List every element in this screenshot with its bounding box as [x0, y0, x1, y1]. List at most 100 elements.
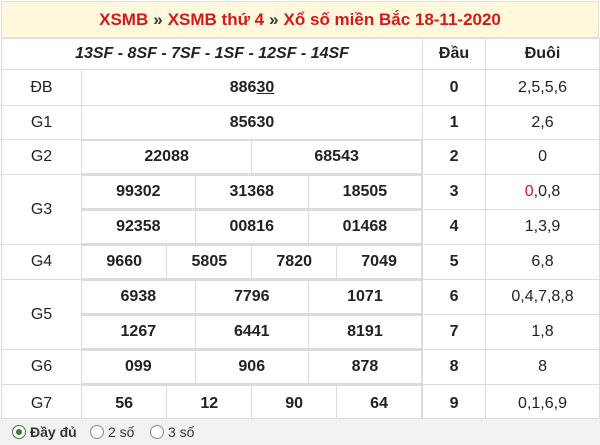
special-prize-suffix: 30	[256, 78, 275, 96]
radio-label: Đầy đủ	[30, 424, 77, 440]
loto-dau: 0	[422, 69, 487, 106]
table-header-row: 13SF - 8SF - 7SF - 1SF - 12SF - 14SF Đầu…	[0, 38, 600, 70]
prize-number: 5805	[166, 245, 253, 279]
prize-number-grid: 22088 68543	[82, 140, 423, 174]
results-table: 13SF - 8SF - 7SF - 1SF - 12SF - 14SF Đầu…	[0, 38, 600, 424]
prize-number: 099	[82, 350, 196, 384]
prize-cell-group: 99302 31368 18505	[80, 174, 424, 210]
prize-number: 6441	[194, 315, 309, 349]
prize-label-db: ĐB	[1, 69, 82, 106]
loto-duoi-rest: ,0,8	[533, 183, 561, 200]
loto-dau: 2	[422, 139, 487, 175]
prize-number: 878	[307, 350, 423, 384]
prize-number: 18505	[307, 175, 423, 209]
results-widget: XSMB » XSMB thứ 4 » Xổ số miền Bắc 18-11-202…	[0, 0, 600, 445]
prize-cell-group: 1267 6441 8191	[80, 314, 424, 350]
prize-number: 9660	[82, 245, 168, 279]
loto-duoi: 6,8	[485, 244, 600, 280]
radio-day-du[interactable]: Đầy đủ	[12, 425, 77, 439]
prize-label-g2: G2	[1, 139, 82, 175]
table-row: G5 6938 7796 1071 6 0,4,7,8,8	[1, 279, 600, 350]
loto-dau: 3	[422, 174, 487, 210]
prize-number: 1071	[307, 280, 423, 314]
table-row: 92358 00816 01468 4 1,3,9	[2, 209, 600, 245]
prize-cell-group: 6938 7796 1071	[80, 279, 424, 315]
table-row: G2 22088 68543 2 0	[1, 139, 600, 175]
loto-duoi-highlight: 0	[524, 183, 534, 200]
loto-duoi: 0	[485, 139, 600, 175]
prize-number: 7049	[336, 245, 423, 279]
display-mode-bar: Đầy đủ 2 số 3 số	[0, 418, 600, 445]
prize-cell-group: 099 906 878	[80, 349, 424, 385]
loto-duoi: 1,8	[485, 314, 600, 350]
loto-dau: 8	[422, 349, 487, 385]
column-header-duoi: Đuôi	[485, 38, 600, 70]
prize-number: 01468	[307, 210, 423, 244]
column-header-dau: Đầu	[422, 38, 487, 70]
breadcrumb-xsmb-thu-4[interactable]: XSMB thứ 4	[168, 10, 264, 29]
prize-number: 7796	[194, 280, 309, 314]
loto-dau: 5	[422, 244, 487, 280]
loto-duoi: 1,3,9	[485, 209, 600, 245]
prize-number: 00816	[194, 210, 309, 244]
prize-number-grid: 99302 31368 18505	[82, 175, 423, 209]
breadcrumb: XSMB » XSMB thứ 4 » Xổ số miền Bắc 18-11-202…	[1, 1, 599, 38]
loto-duoi: 0,4,7,8,8	[485, 279, 600, 315]
radio-label: 3 số	[168, 424, 195, 440]
table-row: G1 85630 1 2,6	[1, 105, 600, 140]
prize-number-grid: 1267 6441 8191	[82, 315, 423, 349]
radio-unchecked-icon[interactable]	[150, 425, 164, 439]
prize-number: 8191	[307, 315, 423, 349]
prize-number: 31368	[194, 175, 309, 209]
prize-cell-group: 92358 00816 01468	[80, 209, 424, 245]
breadcrumb-date-page[interactable]: Xổ số miền Bắc 18-11-2020	[284, 10, 501, 29]
prize-number: 85630	[80, 105, 424, 140]
prize-number-grid: 9660 5805 7820 7049	[82, 245, 423, 279]
prize-number: 64	[336, 385, 423, 423]
prize-cell-group: 22088 68543	[80, 139, 424, 175]
radio-3-so[interactable]: 3 số	[150, 425, 194, 439]
prize-number: 12	[166, 385, 253, 423]
loto-duoi: 0,0,8	[485, 174, 600, 210]
special-prize-prefix: 886	[229, 78, 257, 96]
loto-dau: 6	[422, 279, 487, 315]
table-row: G6 099 906 878 8 8	[1, 349, 600, 385]
table-row: G3 99302 31368 18505 3 0,0,8	[1, 174, 600, 245]
loto-dau: 4	[422, 209, 487, 245]
prize-codes: 13SF - 8SF - 7SF - 1SF - 12SF - 14SF	[0, 38, 424, 70]
loto-duoi: 2,6	[485, 105, 600, 140]
prize-number: 68543	[251, 140, 423, 174]
prize-number-grid: 92358 00816 01468	[82, 210, 423, 244]
prize-number: 22088	[82, 140, 253, 174]
loto-dau: 7	[422, 314, 487, 350]
breadcrumb-xsmb[interactable]: XSMB	[99, 10, 148, 29]
special-prize-number: 88630	[80, 69, 424, 106]
table-row: ĐB 88630 0 2,5,5,6	[1, 69, 600, 106]
prize-number-grid: 6938 7796 1071	[82, 280, 423, 314]
prize-number: 56	[82, 385, 168, 423]
prize-number: 906	[194, 350, 309, 384]
radio-label: 2 số	[108, 424, 135, 440]
breadcrumb-separator: »	[269, 10, 279, 29]
prize-number-grid: 099 906 878	[82, 350, 423, 384]
prize-label-g6: G6	[1, 349, 82, 385]
radio-checked-icon[interactable]	[12, 425, 26, 439]
radio-unchecked-icon[interactable]	[90, 425, 104, 439]
table-row: 1267 6441 8191 7 1,8	[2, 314, 600, 350]
prize-number: 6938	[82, 280, 196, 314]
prize-label-g1: G1	[1, 105, 82, 140]
prize-number: 90	[251, 385, 338, 423]
breadcrumb-separator: »	[153, 10, 163, 29]
prize-number: 99302	[82, 175, 196, 209]
prize-label-g4: G4	[1, 244, 82, 280]
table-row: G4 9660 5805 7820 7049 5 6,8	[1, 244, 600, 280]
loto-duoi: 8	[485, 349, 600, 385]
prize-number: 7820	[251, 245, 338, 279]
loto-dau: 1	[422, 105, 487, 140]
prize-label-g3: G3	[1, 174, 82, 245]
prize-cell-group: 9660 5805 7820 7049	[80, 244, 424, 280]
radio-2-so[interactable]: 2 số	[90, 425, 134, 439]
prize-label-g5: G5	[1, 279, 82, 350]
prize-number: 1267	[82, 315, 196, 349]
prize-number: 92358	[82, 210, 196, 244]
